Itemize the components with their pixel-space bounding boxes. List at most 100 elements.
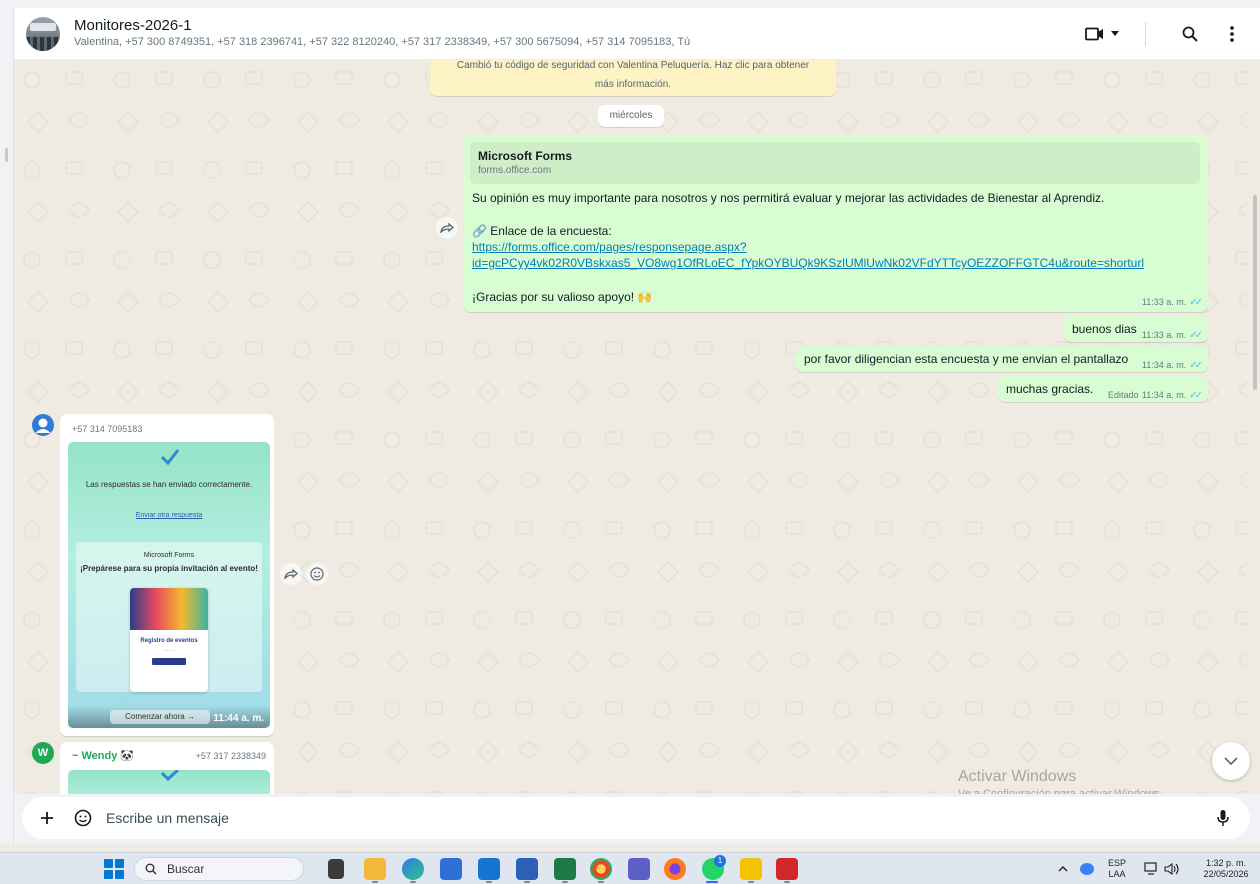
file-explorer-icon[interactable] xyxy=(364,858,386,880)
chat-members: Valentina, +57 300 8749351, +57 318 2396… xyxy=(74,36,691,48)
video-call-button[interactable] xyxy=(1075,21,1129,47)
start-button[interactable] xyxy=(104,859,124,879)
menu-button[interactable] xyxy=(1218,20,1246,48)
running-indicator xyxy=(524,881,530,883)
header-divider xyxy=(1145,21,1146,46)
contact-avatar[interactable]: W xyxy=(32,742,54,764)
chat-header[interactable]: Monitores-2026-1 Valentina, +57 300 8749… xyxy=(14,8,1260,60)
message-composer[interactable]: Escribe un mensaje xyxy=(22,797,1250,839)
message-text: muchas gracias. xyxy=(1006,382,1094,396)
search-icon xyxy=(1182,26,1198,42)
group-avatar[interactable] xyxy=(26,16,60,51)
microphone-icon xyxy=(1217,810,1229,826)
image-attachment[interactable]: Las respuestas se han enviado correctame… xyxy=(68,442,270,728)
image-text: Microsoft Forms xyxy=(143,552,195,559)
onedrive-icon[interactable] xyxy=(1080,863,1094,875)
image-text: Registro de eventos xyxy=(140,638,198,644)
firefox-icon[interactable] xyxy=(664,858,686,880)
forward-button[interactable] xyxy=(436,217,458,239)
contact-avatar[interactable] xyxy=(32,414,54,436)
survey-link[interactable]: https://forms.office.com/pages/responsep… xyxy=(472,240,747,255)
message-time: 11:33 a. m. xyxy=(1141,330,1187,340)
sticker-button[interactable] xyxy=(68,809,98,827)
message-time: 11:44 a. m. xyxy=(213,713,264,724)
message-input[interactable]: Escribe un mensaje xyxy=(106,810,1208,826)
link-preview-title: Microsoft Forms xyxy=(478,149,573,163)
chrome-icon[interactable] xyxy=(590,858,612,880)
active-indicator xyxy=(706,881,718,883)
windows-taskbar: Buscar 1 ESP LAA 1:32 p. m. 22/05/2026 xyxy=(0,852,1260,884)
notification-badge: 1 xyxy=(714,855,726,867)
message-bubble-outgoing[interactable]: por favor diligencian esta encuesta y me… xyxy=(796,346,1208,372)
chat-messages-area[interactable]: Cambió tu código de seguridad con Valent… xyxy=(14,60,1248,794)
message-text: 🔗 Enlace de la encuesta: xyxy=(472,224,612,238)
message-meta: 11:34 a. m. ✓✓ xyxy=(1141,357,1203,371)
running-indicator xyxy=(372,881,378,883)
forward-button[interactable] xyxy=(280,563,302,585)
read-ticks-icon: ✓✓ xyxy=(1189,297,1203,308)
windows-logo-tile xyxy=(104,870,113,879)
edge-browser-icon[interactable] xyxy=(402,858,424,880)
word-icon[interactable] xyxy=(516,858,538,880)
link-preview-card[interactable]: Microsoft Forms forms.office.com xyxy=(470,142,1200,184)
input-language[interactable]: ESP LAA xyxy=(1108,858,1126,880)
message-time: 11:34 a. m. xyxy=(1141,360,1187,370)
system-clock[interactable]: 1:32 p. m. 22/05/2026 xyxy=(1196,858,1256,880)
clock-time: 1:32 p. m. xyxy=(1205,858,1247,868)
avatar-photo-detail xyxy=(26,36,60,51)
task-view-icon[interactable] xyxy=(328,859,344,879)
sticky-notes-icon[interactable] xyxy=(740,858,762,880)
message-bubble-outgoing[interactable]: buenos dias 11:33 a. m. ✓✓ xyxy=(1064,316,1208,342)
message-bubble-outgoing[interactable]: muchas gracias. Editado 11:34 a. m. ✓✓ xyxy=(998,376,1208,402)
excel-icon[interactable] xyxy=(554,858,576,880)
image-attachment[interactable] xyxy=(68,770,270,794)
person-icon xyxy=(35,418,51,433)
taskbar-search[interactable]: Buscar xyxy=(134,857,304,881)
message-meta: Editado 11:34 a. m. ✓✓ xyxy=(1108,387,1203,401)
reaction-button[interactable] xyxy=(306,563,328,585)
message-time: 11:33 a. m. xyxy=(1141,297,1187,307)
running-indicator xyxy=(784,881,790,883)
checkmark-icon xyxy=(160,449,180,466)
message-meta: 11:33 a. m. ✓✓ xyxy=(1141,294,1203,308)
store-icon[interactable] xyxy=(440,858,462,880)
message-text: Su opinión es muy importante para nosotr… xyxy=(472,191,1105,205)
resize-handle[interactable] xyxy=(5,148,8,162)
security-code-notice[interactable]: Cambió tu código de seguridad con Valent… xyxy=(430,60,836,96)
message-time: 11:34 a. m. xyxy=(1141,390,1187,400)
chevron-down-icon xyxy=(1111,30,1119,36)
survey-link[interactable]: id=gcPCyy4vk02R0VBskxas5_VO8wg1OfRLoEC_f… xyxy=(472,256,1144,271)
image-text: Comenzar ahora → xyxy=(110,710,210,724)
teams-icon[interactable] xyxy=(628,858,650,880)
chevron-up-icon[interactable] xyxy=(1058,865,1068,872)
read-ticks-icon: ✓✓ xyxy=(1189,330,1203,341)
acrobat-icon[interactable] xyxy=(776,858,798,880)
forward-icon xyxy=(440,223,454,233)
volume-icon[interactable] xyxy=(1164,862,1180,876)
windows-logo-tile xyxy=(115,859,124,868)
avatar-photo-detail xyxy=(30,22,56,31)
message-bubble-incoming[interactable]: ~ Wendy 🐼 +57 317 2338349 xyxy=(60,742,274,794)
window-top-edge xyxy=(0,0,1260,8)
message-bubble-outgoing[interactable]: Microsoft Forms forms.office.com Su opin… xyxy=(464,136,1208,312)
message-bubble-incoming[interactable]: +57 314 7095183 Las respuestas se han en… xyxy=(60,414,274,736)
read-ticks-icon: ✓✓ xyxy=(1189,360,1203,371)
voice-message-button[interactable] xyxy=(1208,809,1238,827)
image-button-shape xyxy=(152,658,186,665)
chat-scrollbar[interactable] xyxy=(1248,60,1260,794)
chat-info[interactable]: Monitores-2026-1 Valentina, +57 300 8749… xyxy=(74,17,1075,50)
attach-button[interactable] xyxy=(32,811,62,825)
image-text-detail: ········· xyxy=(163,648,175,653)
clock-date: 22/05/2026 xyxy=(1203,869,1249,879)
scrollbar-thumb[interactable] xyxy=(1253,195,1257,390)
edited-label: Editado xyxy=(1108,390,1139,400)
outlook-icon[interactable] xyxy=(478,858,500,880)
network-icon[interactable] xyxy=(1144,862,1160,876)
image-text: Las respuestas se han enviado correctame… xyxy=(85,480,253,489)
forward-icon xyxy=(284,569,298,579)
scroll-to-bottom-button[interactable] xyxy=(1212,742,1250,780)
search-button[interactable] xyxy=(1176,20,1204,48)
language-code: ESP xyxy=(1108,858,1127,868)
message-text: ¡Gracias por su valioso apoyo! 🙌 xyxy=(472,290,653,304)
running-indicator xyxy=(598,881,604,883)
